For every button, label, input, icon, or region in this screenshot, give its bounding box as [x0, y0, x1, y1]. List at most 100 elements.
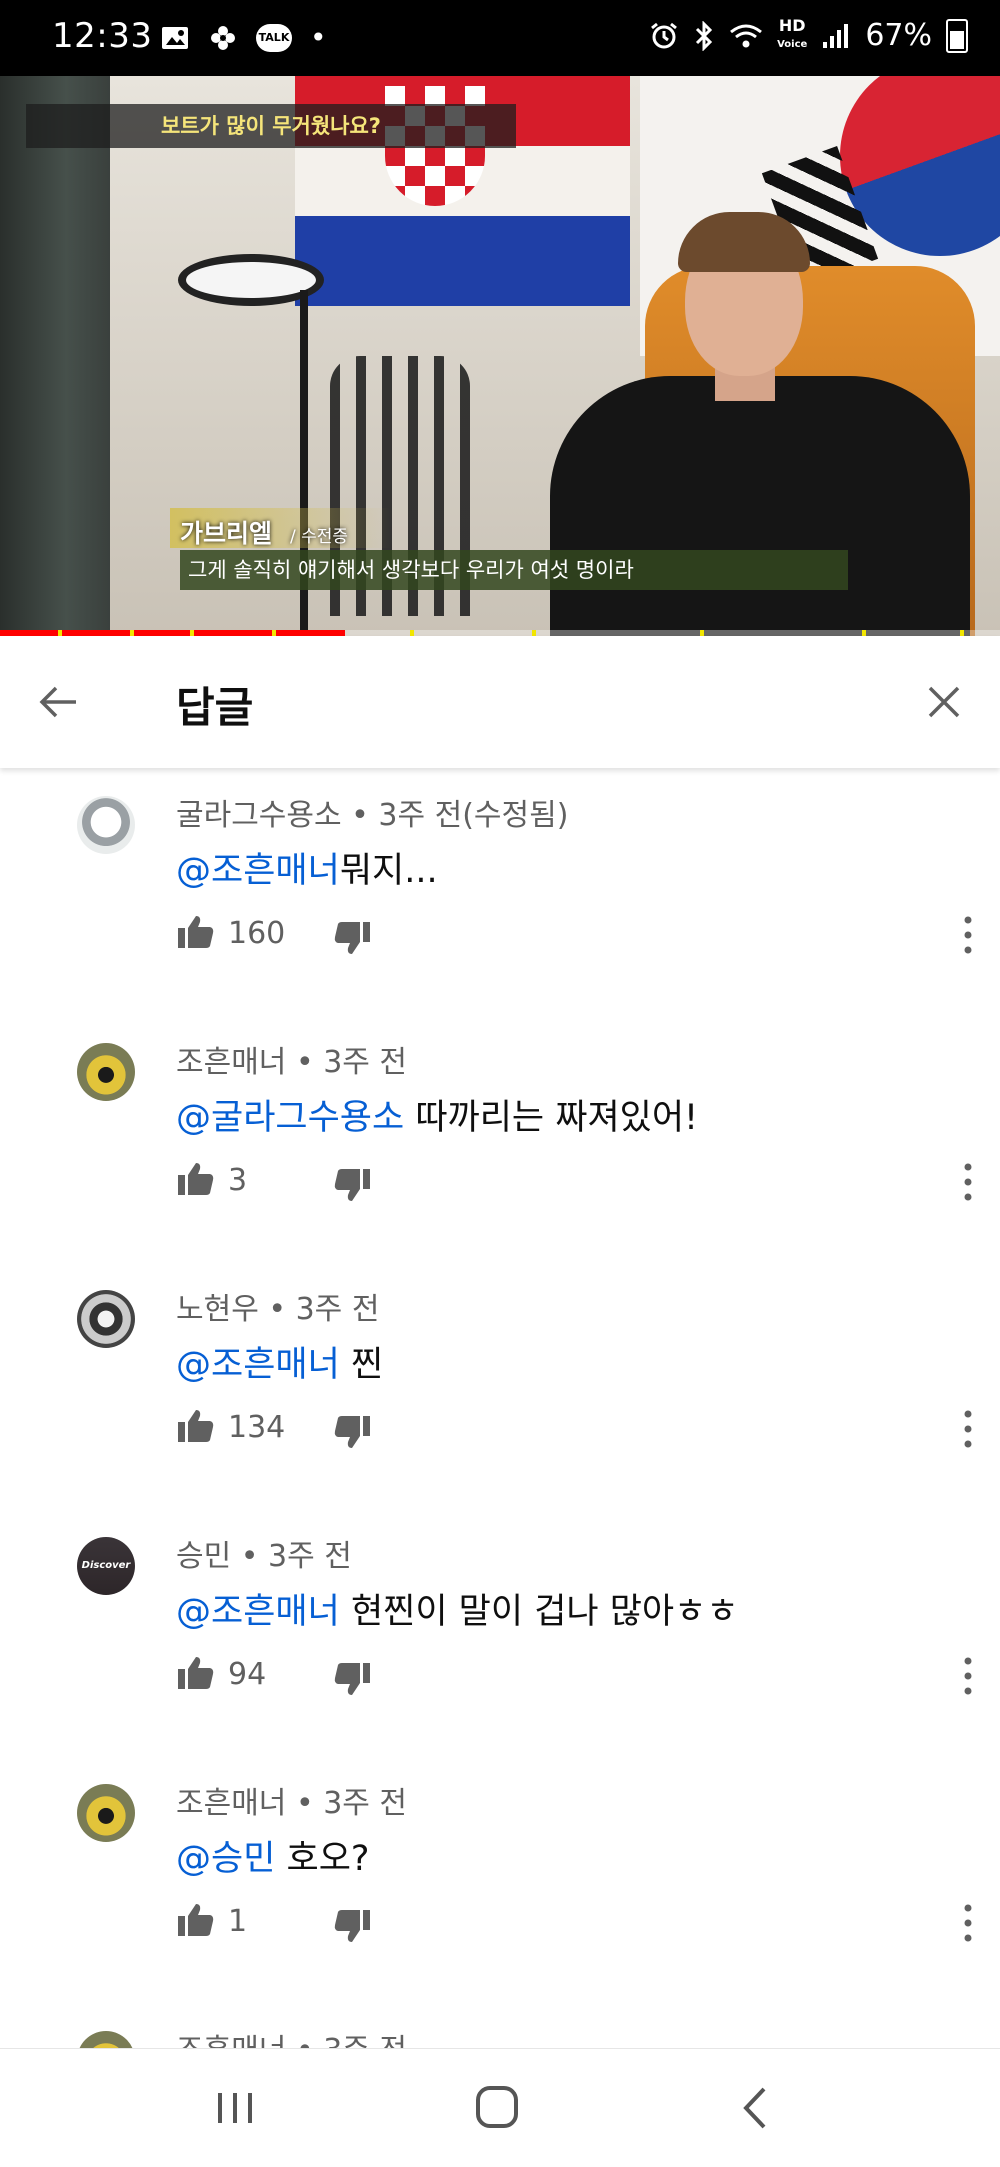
home-icon: [476, 2086, 518, 2128]
reply-actions: 160: [176, 908, 976, 968]
page-title: 답글: [176, 683, 254, 732]
reply-body: 뭐지...: [339, 851, 438, 891]
dislike-button[interactable]: [332, 1412, 372, 1452]
reply-item[interactable]: Discover 승민 • 3주 전 @조흔매너 현찐이 말이 겁나 많아ㅎㅎ 94: [0, 1509, 1000, 1756]
meta-separator: •: [286, 1045, 324, 1080]
thumbs-up-icon: [178, 1657, 214, 1689]
avatar[interactable]: [77, 1043, 135, 1101]
nav-back-button[interactable]: [722, 2075, 792, 2141]
like-count: 160: [228, 916, 286, 951]
reply-body: 찐: [339, 1345, 384, 1385]
like-button[interactable]: [176, 1653, 216, 1693]
recent-apps-icon: [218, 2093, 252, 2123]
like-count: 134: [228, 1410, 286, 1445]
reply-meta: 조흔매너 • 3주 전: [176, 1037, 407, 1081]
dislike-button[interactable]: [332, 1906, 372, 1946]
reply-item[interactable]: 굴라그수용소 • 3주 전(수정됨) @조흔매너뭐지... 160: [0, 768, 1000, 1015]
bluetooth-icon: [696, 20, 713, 51]
more-options-button[interactable]: [946, 1651, 990, 1701]
reply-item[interactable]: 조흔매너 • 3주 전: [0, 2003, 1000, 2048]
home-button[interactable]: [462, 2075, 532, 2141]
reply-author[interactable]: 조흔매너: [176, 1045, 286, 1080]
close-button[interactable]: [918, 676, 970, 728]
signal-icon: [823, 23, 849, 48]
avatar[interactable]: [77, 2031, 135, 2048]
dot-icon: •: [310, 21, 327, 54]
reply-author[interactable]: 노현우: [176, 1292, 259, 1327]
reply-mention[interactable]: @굴라그수용소: [176, 1098, 404, 1138]
more-options-button[interactable]: [946, 1404, 990, 1454]
like-button[interactable]: [176, 1159, 216, 1199]
dislike-button[interactable]: [332, 1165, 372, 1205]
avatar[interactable]: [77, 1784, 135, 1842]
alarm-icon: [651, 22, 678, 48]
reply-body: 현찐이 말이 겁나 많아ㅎㅎ: [339, 1592, 739, 1632]
avatar[interactable]: [77, 796, 135, 854]
video-subtitle: 그게 솔직히 얘기해서 생각보다 우리가 여섯 명이라: [180, 550, 848, 590]
kakaotalk-icon: TALK: [256, 24, 292, 52]
reply-item[interactable]: 조흔매너 • 3주 전 @승민 호오? 1: [0, 1756, 1000, 2003]
reply-actions: 3: [176, 1155, 976, 1215]
reply-item[interactable]: 노현우 • 3주 전 @조흔매너 찐 134: [0, 1262, 1000, 1509]
reply-text: @승민 호오?: [176, 1830, 370, 1881]
reply-mention[interactable]: @조흔매너: [176, 851, 340, 891]
like-button[interactable]: [176, 1900, 216, 1940]
reply-author[interactable]: 승민: [176, 1539, 231, 1574]
more-options-button[interactable]: [946, 1898, 990, 1948]
arrow-left-icon: [39, 686, 76, 718]
reply-actions: 134: [176, 1402, 976, 1462]
reply-time: 3주 전: [323, 1786, 408, 1821]
battery-icon: [946, 18, 968, 53]
reply-time: 3주 전: [267, 1539, 352, 1574]
dislike-button[interactable]: [332, 1659, 372, 1699]
video-player[interactable]: 보트가 많이 무거웠나요? 가브리엘 / 수전증 그게 솔직히 얘기해서 생각보…: [0, 76, 1000, 636]
reply-time: 3주 전: [323, 2033, 407, 2048]
meta-separator: •: [231, 1539, 268, 1574]
avatar[interactable]: Discover: [77, 1537, 135, 1595]
thumbs-down-icon: [334, 1910, 370, 1942]
notification-icons: TALK •: [160, 20, 327, 56]
pinwheel-icon: [211, 26, 235, 50]
reply-author[interactable]: 굴라그수용소: [176, 798, 342, 833]
like-count: 1: [228, 1904, 248, 1939]
hd-voice-icon: HD Voice: [777, 18, 807, 53]
wifi-icon: [730, 24, 763, 47]
more-options-button[interactable]: [946, 910, 990, 960]
more-vert-icon: [964, 1657, 972, 1695]
thumbs-down-icon: [334, 922, 370, 954]
more-vert-icon: [964, 916, 972, 954]
reply-body: 호오?: [275, 1839, 370, 1879]
dislike-button[interactable]: [332, 918, 372, 958]
reply-mention[interactable]: @승민: [176, 1839, 275, 1879]
close-icon: [928, 686, 960, 718]
reply-meta: 승민 • 3주 전: [176, 1531, 352, 1575]
thumbs-up-icon: [178, 1904, 214, 1936]
reply-meta: 조흔매너 • 3주 전: [176, 2025, 407, 2048]
reply-mention[interactable]: @조흔매너: [176, 1592, 340, 1632]
avatar[interactable]: [77, 1290, 135, 1348]
gallery-icon: [162, 27, 188, 49]
like-count: 3: [228, 1163, 248, 1198]
thumbs-down-icon: [334, 1663, 370, 1695]
reply-author[interactable]: 조흔매너: [176, 1786, 286, 1821]
reply-author[interactable]: 조흔매너: [176, 2033, 286, 2048]
more-vert-icon: [964, 1163, 972, 1201]
reply-item[interactable]: 조흔매너 • 3주 전 @굴라그수용소 따까리는 짜져있어! 3: [0, 1015, 1000, 1262]
thumbs-down-icon: [334, 1416, 370, 1448]
like-count: 94: [228, 1657, 267, 1692]
reply-mention[interactable]: @조흔매너: [176, 1345, 340, 1385]
video-curtain: [0, 76, 110, 636]
reply-time: 3주 전(수정됨): [378, 798, 569, 833]
like-button[interactable]: [176, 1406, 216, 1446]
reply-actions: 1: [176, 1896, 976, 1956]
more-vert-icon: [964, 1410, 972, 1448]
recent-apps-button[interactable]: [200, 2075, 270, 2141]
reply-list[interactable]: 굴라그수용소 • 3주 전(수정됨) @조흔매너뭐지... 160 조흔매너 • 3주…: [0, 768, 1000, 2048]
reply-text: @조흔매너뭐지...: [176, 842, 438, 893]
like-button[interactable]: [176, 912, 216, 952]
more-vert-icon: [964, 1904, 972, 1942]
reply-time: 3주 전: [323, 1045, 408, 1080]
back-button[interactable]: [32, 676, 84, 728]
more-options-button[interactable]: [946, 1157, 990, 1207]
meta-separator: •: [286, 2033, 323, 2048]
